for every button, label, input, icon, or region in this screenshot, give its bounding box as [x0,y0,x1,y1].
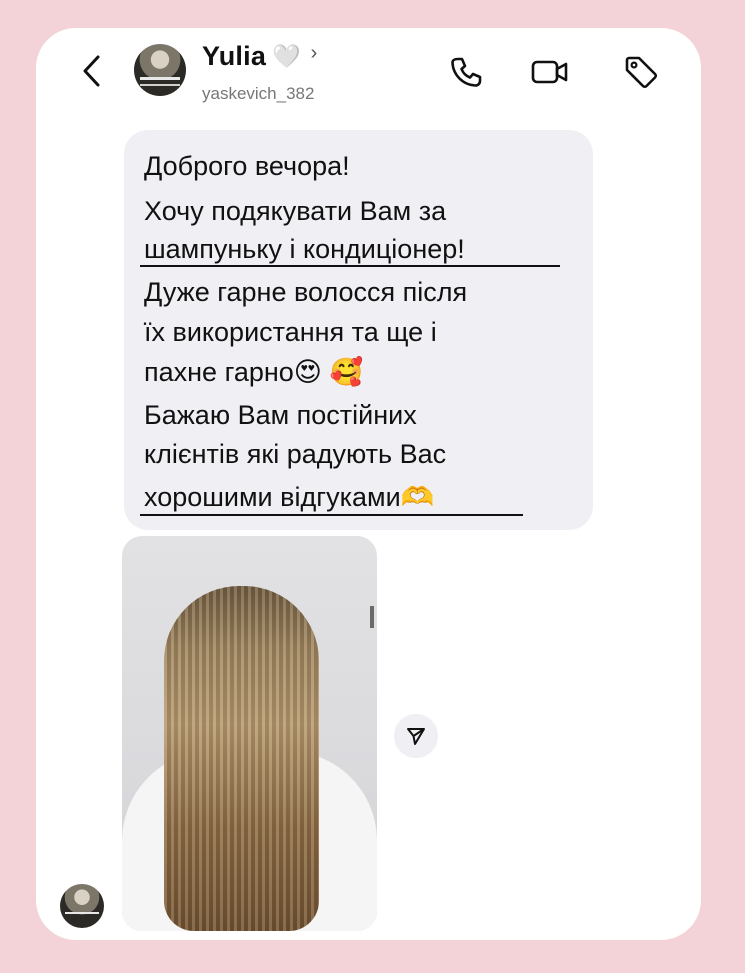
sender-avatar[interactable] [60,884,104,928]
wall-detail [370,606,374,628]
video-call-button[interactable] [530,52,570,92]
tag-icon [625,56,658,89]
message-bubble[interactable]: Доброго вечора! Хочу подякувати Вам за ш… [124,130,593,530]
message-text: хорошими відгуками [144,482,401,512]
send-icon [407,728,425,745]
back-button[interactable] [74,54,108,88]
chevron-right-icon: › [310,42,318,64]
avatar-detail [140,77,180,80]
heart-eyes-emoji: 😍 [293,357,322,387]
call-button[interactable] [446,52,486,92]
message-line: Хочу подякувати Вам за [144,196,447,226]
contact-name-row[interactable]: Yulia 🤍 › [202,41,317,72]
tag-button[interactable] [621,52,661,92]
message-line-with-emoji: хорошими відгуками🫶 [144,480,434,514]
message-line: клієнтів які радують Вас [144,439,447,469]
avatar[interactable] [134,44,186,96]
message-line: їх використання та ще і [144,317,437,347]
underline-mark [140,514,523,516]
shared-photo[interactable] [122,536,377,931]
smiling-hearts-emoji: 🥰 [329,357,364,387]
underline-mark [140,265,560,267]
message-line: Дуже гарне волосся після [144,277,468,307]
message-line: Доброго вечора! [144,151,350,181]
share-button[interactable] [394,714,438,758]
message-line-with-emoji: пахне гарно😍 🥰 [144,355,363,389]
message-line: Бажаю Вам постійних [144,400,417,430]
white-heart-icon: 🤍 [272,43,301,69]
video-camera-icon [531,60,568,84]
photo-hair [164,586,319,931]
avatar-detail [140,84,180,86]
contact-username: yaskevich_382 [202,84,315,103]
chevron-left-icon [83,55,100,87]
chat-window: Yulia 🤍 › yaskevich_382 Доброго вечора! … [36,28,701,940]
chat-header: Yulia 🤍 › yaskevich_382 [36,28,701,128]
contact-name: Yulia [202,41,267,71]
message-line: шампуньку і кондиціонер! [144,234,465,264]
phone-icon [451,57,482,87]
message-text: пахне гарно [144,357,294,387]
heart-hands-emoji: 🫶 [400,482,435,512]
avatar-detail [65,912,99,914]
